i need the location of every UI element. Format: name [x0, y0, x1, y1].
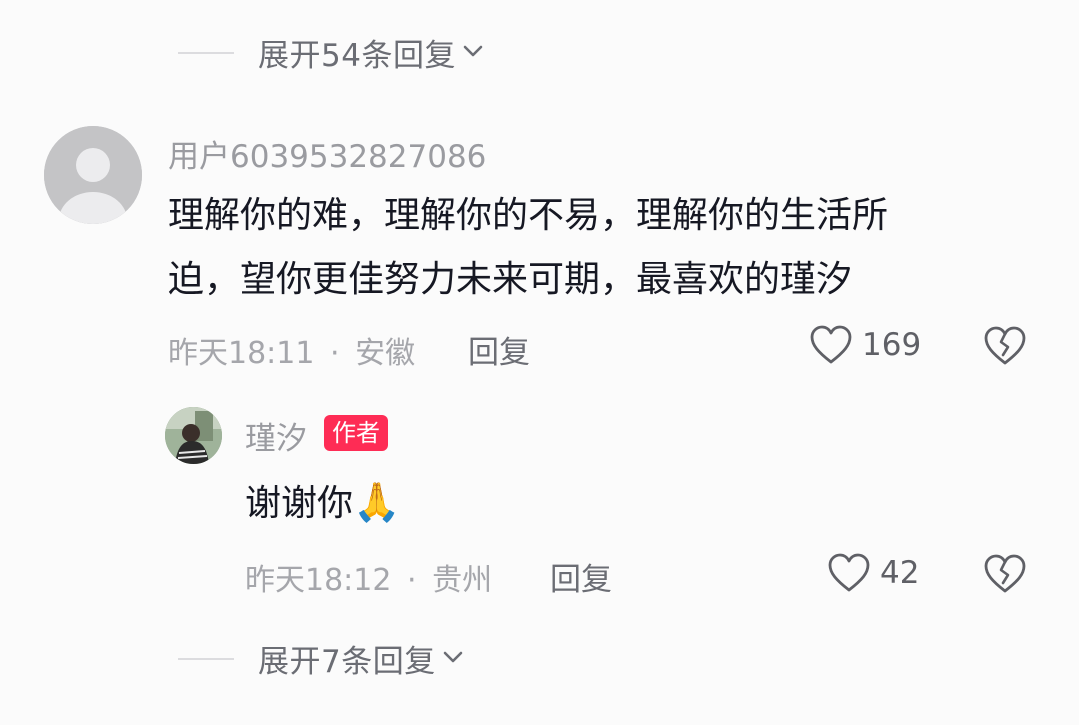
expand-replies-label: 展开54条回复	[258, 38, 456, 74]
expand-replies-top[interactable]: 展开54条回复	[178, 30, 484, 75]
dislike-button[interactable]	[981, 322, 1029, 374]
meta-separator: ·	[407, 563, 417, 598]
reply-time: 昨天18:12	[245, 563, 392, 598]
reply-location: 贵州	[432, 563, 493, 598]
comment-username[interactable]: 用户6039532827086	[168, 131, 486, 176]
reply-text: 谢谢你	[245, 483, 354, 524]
avatar[interactable]	[44, 126, 142, 224]
reply-body: 谢谢你🙏	[245, 470, 400, 536]
expand-divider-line	[178, 657, 234, 660]
reply-username[interactable]: 瑾汐	[245, 413, 307, 458]
default-user-icon	[44, 126, 142, 224]
reply-meta: 昨天18:12 · 贵州	[245, 555, 492, 599]
expand-divider-line	[178, 51, 234, 54]
like-count: 42	[880, 555, 920, 591]
like-button[interactable]: 169	[808, 322, 921, 368]
broken-heart-icon	[984, 554, 1026, 593]
avatar[interactable]	[165, 407, 222, 464]
expand-replies-bottom[interactable]: 展开7条回复	[178, 636, 464, 681]
reply-button[interactable]: 回复	[468, 327, 530, 372]
comment-text-line: 迫，望你更佳努力未来可期，最喜欢的瑾汐	[168, 259, 853, 300]
chevron-down-icon	[463, 45, 483, 56]
reply-button[interactable]: 回复	[550, 554, 612, 599]
like-count: 169	[862, 327, 922, 363]
author-avatar-photo	[165, 407, 222, 464]
comment-text-line: 理解你的难，理解你的不易，理解你的生活所	[168, 195, 889, 236]
heart-outline-icon	[828, 553, 870, 592]
expand-replies-label: 展开7条回复	[258, 644, 436, 680]
like-button[interactable]: 42	[826, 550, 919, 596]
praying-hands-icon: 🙏	[353, 480, 401, 524]
broken-heart-icon	[984, 326, 1026, 365]
comment-time: 昨天18:11	[168, 336, 315, 371]
dislike-button[interactable]	[981, 550, 1029, 602]
comment-location: 安徽	[355, 336, 416, 371]
comment-meta: 昨天18:11 · 安徽	[168, 328, 415, 372]
comment-body: 理解你的难，理解你的不易，理解你的生活所 迫，望你更佳努力未来可期，最喜欢的瑾汐	[168, 184, 888, 312]
heart-outline-icon	[810, 325, 852, 364]
meta-separator: ·	[330, 336, 340, 371]
chevron-down-icon	[443, 651, 463, 662]
author-badge: 作者	[324, 415, 388, 451]
